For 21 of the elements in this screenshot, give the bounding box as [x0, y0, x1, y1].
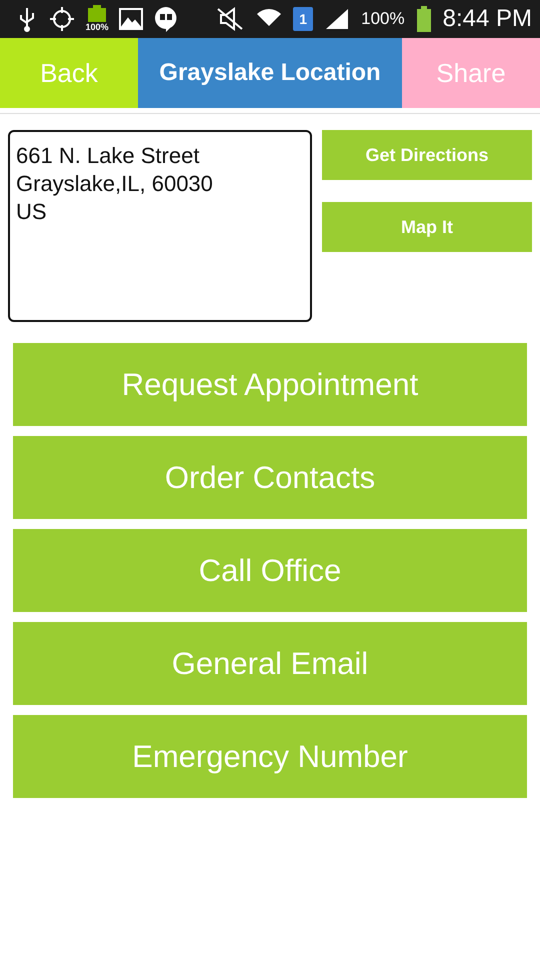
gps-icon: [49, 6, 75, 32]
action-button[interactable]: Emergency Number: [13, 715, 527, 798]
battery-percent: 100%: [361, 9, 405, 29]
sim-badge: 1: [293, 7, 314, 31]
action-button[interactable]: Call Office: [13, 529, 527, 612]
back-button[interactable]: Back: [0, 38, 138, 108]
battery-icon: [416, 6, 432, 32]
quote-bubble-icon: [154, 6, 178, 32]
battery-icon: 100%: [86, 5, 108, 33]
clock-time: 8:44 PM: [442, 5, 532, 33]
action-button[interactable]: Order Contacts: [13, 436, 527, 519]
mute-icon: [215, 6, 246, 32]
page-title: Grayslake Location: [138, 38, 402, 108]
action-button[interactable]: General Email: [13, 622, 527, 705]
directions-button[interactable]: Get Directions: [322, 130, 532, 180]
share-button[interactable]: Share: [402, 38, 540, 108]
address-field[interactable]: 661 N. Lake Street Grayslake,IL, 60030 US: [8, 130, 312, 322]
signal-icon: [324, 7, 350, 31]
action-button[interactable]: Request Appointment: [13, 343, 527, 426]
map-button[interactable]: Map It: [322, 202, 532, 252]
image-icon: [119, 6, 143, 32]
